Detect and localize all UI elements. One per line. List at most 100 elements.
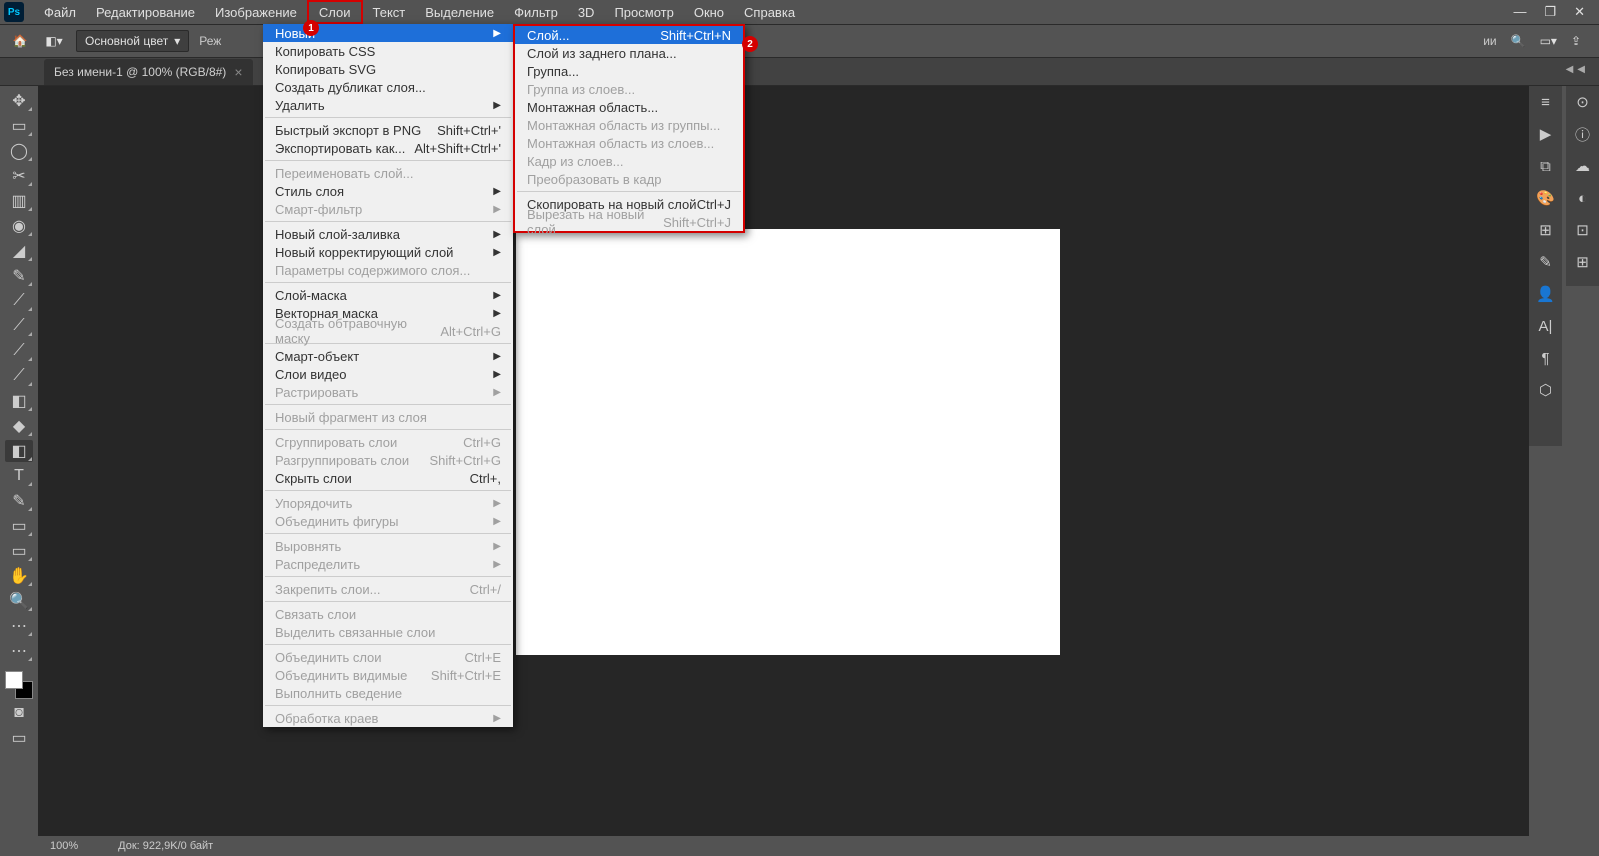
fill-source-label: Основной цвет — [85, 34, 168, 48]
tool-11[interactable]: ⟋ — [5, 365, 33, 387]
document-canvas[interactable] — [516, 229, 1060, 655]
menu-item-экспортировать-как-[interactable]: Экспортировать как...Alt+Shift+Ctrl+' — [263, 139, 513, 157]
menu-item-связать-слои: Связать слои — [263, 605, 513, 623]
menu-item-монтажная-область-[interactable]: Монтажная область... — [515, 98, 743, 116]
right-panel-icon-b5[interactable]: ⊞ — [1573, 252, 1593, 272]
right-panel-icon-b3[interactable]: ◐ — [1573, 188, 1593, 208]
tool-17[interactable]: ▭ — [5, 515, 33, 537]
tool-2[interactable]: ◯ — [5, 140, 33, 162]
menu-item-объединить-видимые: Объединить видимыеShift+Ctrl+E — [263, 666, 513, 684]
menu-3d[interactable]: 3D — [568, 0, 605, 24]
document-tab-title: Без имени-1 @ 100% (RGB/8#) — [54, 65, 226, 79]
tool-1[interactable]: ▭ — [5, 115, 33, 137]
menu-item-смарт-объект[interactable]: Смарт-объект▶ — [263, 347, 513, 365]
app-logo: Ps — [4, 2, 24, 22]
right-panels-strip: ≡ ▶ ⧉ 🎨 ⊞ ✎ 👤 A| ¶ ⬡ ⊙ ⓘ ☁ ◐ ⊡ ⊞ — [1529, 86, 1599, 446]
menu-item-слой-из-заднего-плана-[interactable]: Слой из заднего плана... — [515, 44, 743, 62]
menu-item-смарт-фильтр: Смарт-фильтр▶ — [263, 200, 513, 218]
menu-изображение[interactable]: Изображение — [205, 0, 307, 24]
workspace-icon[interactable]: ▭▾ — [1540, 34, 1557, 48]
tool-22[interactable]: ⋯ — [5, 640, 33, 662]
right-panel-icon-a4[interactable]: ⊞ — [1536, 220, 1556, 240]
tool-18[interactable]: ▭ — [5, 540, 33, 562]
right-panel-icon-a7[interactable]: A| — [1536, 316, 1556, 336]
tool-16[interactable]: ✎ — [5, 490, 33, 512]
menu-item-новый-слой-заливка[interactable]: Новый слой-заливка▶ — [263, 225, 513, 243]
tool-10[interactable]: ⟋ — [5, 340, 33, 362]
collapse-panels-icon[interactable]: ◀◀ — [1566, 64, 1589, 75]
right-panel-icon-a0[interactable]: ≡ — [1536, 92, 1556, 112]
right-panel-icon-a2[interactable]: ⧉ — [1536, 156, 1556, 176]
right-panel-icon-b4[interactable]: ⊡ — [1573, 220, 1593, 240]
menu-item-распределить: Распределить▶ — [263, 555, 513, 573]
close-tab-icon[interactable]: × — [234, 64, 242, 80]
restore-icon[interactable]: ❐ — [1544, 4, 1556, 20]
tool-20[interactable]: 🔍 — [5, 590, 33, 612]
menu-item-создать-дубликат-слоя-[interactable]: Создать дубликат слоя... — [263, 78, 513, 96]
tool-21[interactable]: ⋯ — [5, 615, 33, 637]
close-icon[interactable]: ✕ — [1574, 4, 1585, 20]
share-icon[interactable]: ⇪ — [1571, 34, 1581, 48]
right-panel-icon-b0[interactable]: ⊙ — [1573, 92, 1593, 112]
right-panel-icon-a6[interactable]: 👤 — [1536, 284, 1556, 304]
right-panel-icon-b1[interactable]: ⓘ — [1573, 124, 1593, 144]
right-panel-icon-a1[interactable]: ▶ — [1536, 124, 1556, 144]
menu-item-слои-видео[interactable]: Слои видео▶ — [263, 365, 513, 383]
tool-19[interactable]: ✋ — [5, 565, 33, 587]
document-size[interactable]: Док: 922,9K/0 байт — [118, 840, 213, 852]
color-swatch[interactable] — [5, 671, 33, 699]
menu-выделение[interactable]: Выделение — [415, 0, 504, 24]
bucket-tool-indicator[interactable]: ◧▾ — [42, 29, 66, 53]
menu-item-закрепить-слои-: Закрепить слои...Ctrl+/ — [263, 580, 513, 598]
tool-0[interactable]: ✥ — [5, 90, 33, 112]
right-panel-icon-a9[interactable]: ⬡ — [1536, 380, 1556, 400]
screen-mode-button[interactable]: ▭ — [5, 727, 33, 749]
menu-просмотр[interactable]: Просмотр — [604, 0, 683, 24]
menu-фильтр[interactable]: Фильтр — [504, 0, 568, 24]
menu-текст[interactable]: Текст — [363, 0, 416, 24]
menu-item-группа-из-слоев-: Группа из слоев... — [515, 80, 743, 98]
right-panel-icon-a8[interactable]: ¶ — [1536, 348, 1556, 368]
tool-7[interactable]: ✎ — [5, 265, 33, 287]
menu-файл[interactable]: Файл — [34, 0, 86, 24]
search-icon[interactable]: 🔍 — [1511, 34, 1526, 48]
tool-13[interactable]: ◆ — [5, 415, 33, 437]
menu-item-выделить-связанные-слои: Выделить связанные слои — [263, 623, 513, 641]
right-panel-icon-b2[interactable]: ☁ — [1573, 156, 1593, 176]
menu-item-скрыть-слои[interactable]: Скрыть слоиCtrl+, — [263, 469, 513, 487]
tool-12[interactable]: ◧ — [5, 390, 33, 412]
tool-5[interactable]: ◉ — [5, 215, 33, 237]
tool-15[interactable]: T — [5, 465, 33, 487]
zoom-level[interactable]: 100% — [50, 840, 78, 852]
menu-item-быстрый-экспорт-в-png[interactable]: Быстрый экспорт в PNGShift+Ctrl+' — [263, 121, 513, 139]
menu-редактирование[interactable]: Редактирование — [86, 0, 205, 24]
menu-item-новый[interactable]: Новый▶ — [263, 24, 513, 42]
menu-item-кадр-из-слоев-: Кадр из слоев... — [515, 152, 743, 170]
fill-source-dropdown[interactable]: Основной цвет▾ — [76, 30, 189, 52]
menu-item-копировать-svg[interactable]: Копировать SVG — [263, 60, 513, 78]
quick-mask-button[interactable]: ◙ — [5, 702, 33, 724]
home-button[interactable]: 🏠 — [8, 29, 32, 53]
menu-справка[interactable]: Справка — [734, 0, 805, 24]
menu-item-копировать-css[interactable]: Копировать CSS — [263, 42, 513, 60]
tool-14[interactable]: ◧ — [5, 440, 33, 462]
menubar: Ps ФайлРедактированиеИзображениеСлоиТекс… — [0, 0, 1599, 24]
tool-9[interactable]: ⟋ — [5, 315, 33, 337]
menu-item-новый-корректирующий-слой[interactable]: Новый корректирующий слой▶ — [263, 243, 513, 261]
tool-4[interactable]: ▥ — [5, 190, 33, 212]
tool-6[interactable]: ◢ — [5, 240, 33, 262]
menu-item-слой-маска[interactable]: Слой-маска▶ — [263, 286, 513, 304]
tool-8[interactable]: ⟋ — [5, 290, 33, 312]
menu-item-группа-[interactable]: Группа... — [515, 62, 743, 80]
tool-3[interactable]: ✂ — [5, 165, 33, 187]
menu-item-стиль-слоя[interactable]: Стиль слоя▶ — [263, 182, 513, 200]
right-panel-icon-a3[interactable]: 🎨 — [1536, 188, 1556, 208]
canvas-area — [38, 86, 1529, 836]
menu-item-удалить[interactable]: Удалить▶ — [263, 96, 513, 114]
minimize-icon[interactable]: — — [1513, 4, 1526, 20]
document-tab[interactable]: Без имени-1 @ 100% (RGB/8#) × — [44, 59, 253, 85]
menu-item-объединить-фигуры: Объединить фигуры▶ — [263, 512, 513, 530]
menu-окно[interactable]: Окно — [684, 0, 734, 24]
right-panel-icon-a5[interactable]: ✎ — [1536, 252, 1556, 272]
menu-item-слой-[interactable]: Слой...Shift+Ctrl+N — [515, 26, 743, 44]
